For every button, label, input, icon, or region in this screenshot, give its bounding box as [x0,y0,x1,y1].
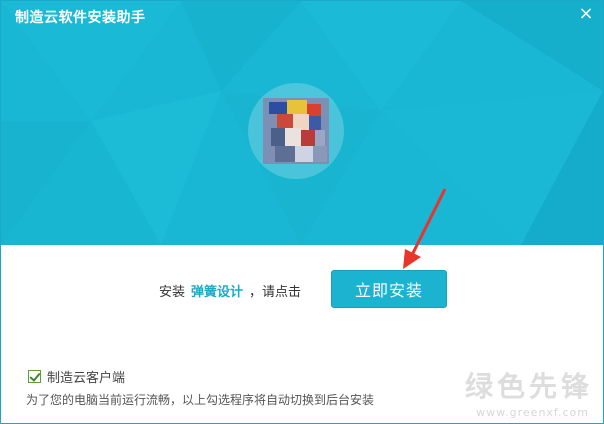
watermark-text: 绿色先锋 [464,370,593,403]
header-banner: 制造云软件安装助手 × [1,1,603,245]
watermark-url: www.greenxf.com [476,406,589,419]
client-checkbox[interactable] [28,370,41,383]
client-option[interactable]: 制造云客户端 [28,367,125,386]
install-suffix: ，请点击 [249,285,302,300]
background-install-note: 为了您的电脑当前运行流畅，以上勾选程序将自动切换到后台安装 [26,393,375,407]
red-arrow-annotation [403,188,447,269]
app-avatar-icon [263,98,329,164]
avatar-ring [248,83,344,179]
product-name: 弹簧设计 [191,285,244,300]
install-prefix: 安装 [159,285,186,300]
close-icon[interactable]: × [577,5,595,23]
install-prompt: 安装 弹簧设计 ，请点击 [159,281,301,300]
client-checkbox-label: 制造云客户端 [47,371,126,386]
installer-window: 制造云软件安装助手 × 安装 弹簧设计 ，请点击 立即安装 制造云客户端 为了您… [0,0,604,424]
window-title: 制造云软件安装助手 [15,10,146,26]
